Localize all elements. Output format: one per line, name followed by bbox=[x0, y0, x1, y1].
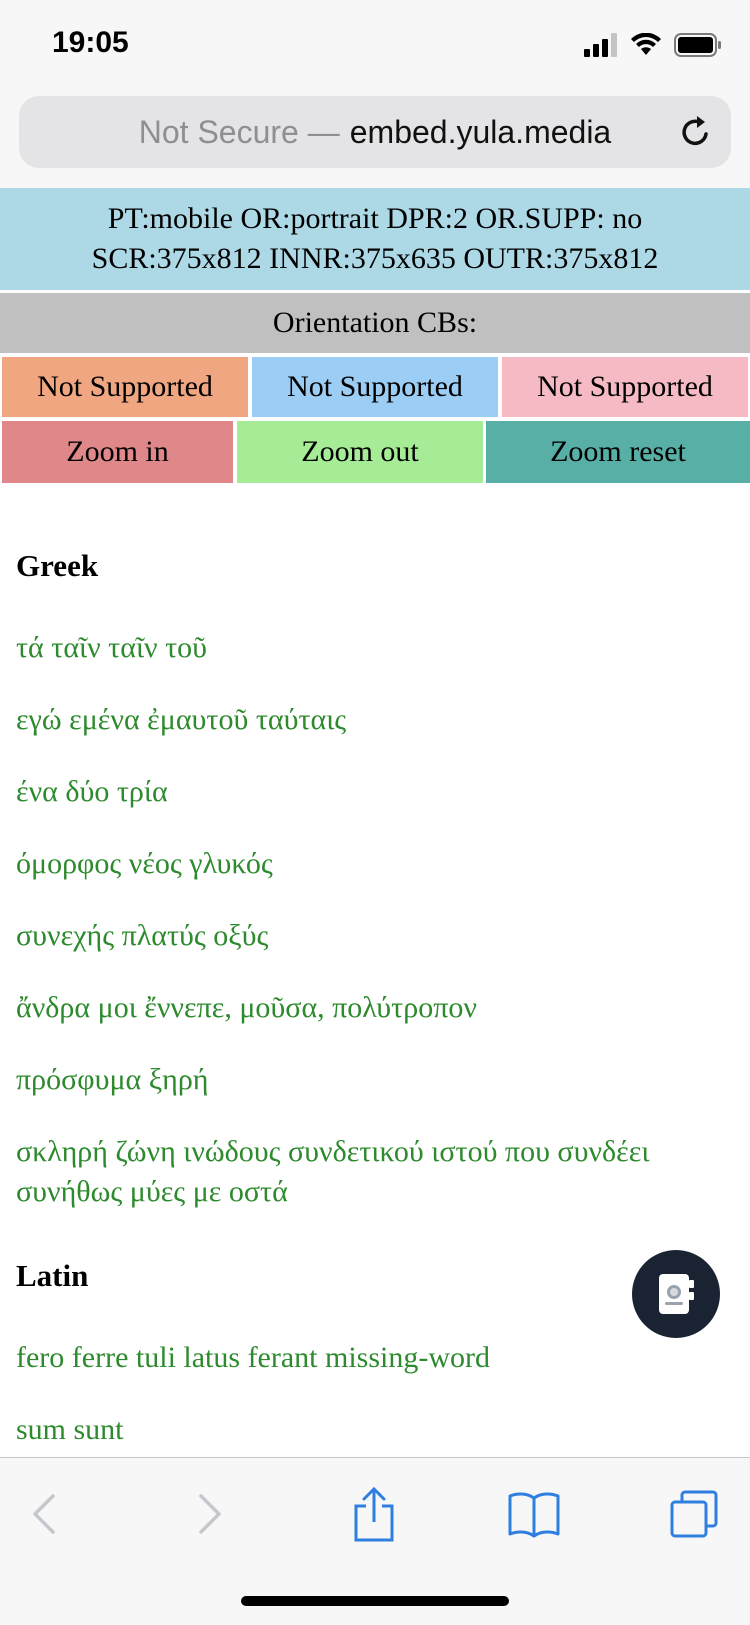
contact-book-icon bbox=[659, 1274, 694, 1314]
floating-contact-button[interactable] bbox=[632, 1250, 720, 1338]
tabs-icon bbox=[670, 1490, 718, 1538]
status-time: 19:05 bbox=[52, 26, 129, 59]
zoom-out-button[interactable]: Zoom out bbox=[237, 421, 483, 483]
greek-phrase: εγώ εμένα ἐμαυτοῦ ταύταις bbox=[16, 703, 347, 736]
latin-phrase: sum sunt bbox=[16, 1413, 124, 1446]
zoom-controls-row: Zoom in Zoom out Zoom reset bbox=[0, 421, 750, 483]
greek-heading: Greek bbox=[16, 548, 99, 583]
forward-button[interactable] bbox=[180, 1488, 240, 1540]
orientation-cbs-header: Orientation CBs: bbox=[0, 293, 750, 353]
latin-phrase: fero ferre tuli latus ferant missing-wor… bbox=[16, 1341, 491, 1374]
greek-phrase: ένα δύο τρία bbox=[16, 775, 168, 808]
address-domain: embed.yula.media bbox=[349, 113, 612, 150]
address-bar-area: Not Secure — embed.yula.media bbox=[0, 92, 750, 189]
zoom-reset-button[interactable]: Zoom reset bbox=[486, 421, 750, 483]
home-indicator[interactable] bbox=[241, 1596, 509, 1606]
signal-icon bbox=[584, 33, 617, 57]
orientation-cbs-row: Not Supported Not Supported Not Supporte… bbox=[0, 357, 750, 417]
greek-phrase: πρόσφυμα ξηρή bbox=[16, 1063, 209, 1096]
device-info-panel: PT:mobile OR:portrait DPR:2 OR.SUPP: no … bbox=[0, 188, 750, 290]
orientation-cb-3: Not Supported bbox=[502, 357, 748, 417]
zoom-in-button[interactable]: Zoom in bbox=[2, 421, 233, 483]
not-secure-label: Not Secure — bbox=[138, 113, 340, 150]
bookmarks-button[interactable] bbox=[504, 1488, 564, 1540]
address-bar[interactable]: Not Secure — embed.yula.media bbox=[19, 96, 731, 168]
reload-icon bbox=[682, 116, 708, 146]
share-icon bbox=[354, 1486, 394, 1542]
status-icons bbox=[584, 30, 722, 60]
greek-phrase: ἄνδρα μοι ἔννεπε, μοῦσα, πολύτροπον bbox=[16, 991, 477, 1024]
forward-arrow-icon bbox=[199, 1494, 221, 1534]
wifi-icon bbox=[631, 33, 661, 55]
greek-phrase: σκληρή ζώνη ινώδους συνδετικού ιστού που… bbox=[16, 1135, 650, 1208]
device-info-line-2: SCR:375x812 INNR:375x635 OUTR:375x812 bbox=[91, 242, 659, 275]
back-arrow-icon bbox=[33, 1494, 55, 1534]
share-button[interactable] bbox=[344, 1486, 404, 1542]
greek-phrase: όμορφος νέος γλυκός bbox=[16, 847, 273, 880]
reload-button[interactable] bbox=[675, 112, 715, 152]
status-bar: 19:05 bbox=[0, 0, 750, 92]
battery-icon bbox=[674, 33, 721, 57]
tabs-button[interactable] bbox=[664, 1488, 724, 1540]
orientation-cb-2: Not Supported bbox=[252, 357, 498, 417]
orientation-cb-1: Not Supported bbox=[2, 357, 248, 417]
greek-phrase: συνεχής πλατύς οξύς bbox=[16, 919, 269, 952]
back-button[interactable] bbox=[14, 1488, 74, 1540]
greek-phrase: τά ταῖν ταῖν τοῦ bbox=[16, 631, 208, 664]
latin-heading: Latin bbox=[16, 1258, 89, 1293]
bookmarks-icon bbox=[508, 1492, 560, 1538]
device-info-line-1: PT:mobile OR:portrait DPR:2 OR.SUPP: no bbox=[107, 202, 643, 235]
